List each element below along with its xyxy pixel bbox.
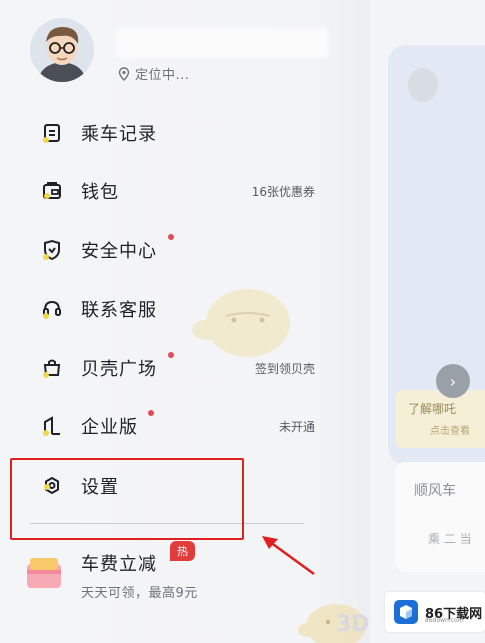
menu-item-rides[interactable]: 乘车记录 — [0, 108, 330, 158]
menu-item-enterprise[interactable]: 企业版 未开通 — [0, 401, 330, 451]
menu-label: 企业版 — [81, 417, 138, 438]
menu-label: 安全中心 — [81, 241, 157, 262]
site-logo-icon — [394, 600, 418, 624]
background-lower-card — [395, 462, 485, 572]
notification-dot — [148, 410, 154, 416]
menu-value: 未开通 — [278, 419, 315, 434]
ride-record-icon — [43, 124, 60, 143]
background-tab: 顺风车 — [414, 483, 456, 499]
background-sub: 乘 二 当 — [428, 532, 472, 546]
site-watermark: 86下载网 86down.com — [385, 592, 485, 632]
menu-item-wallet[interactable]: 钱包 16张优惠券 — [0, 166, 330, 216]
coupon-gift-icon[interactable] — [24, 554, 64, 590]
location-pin-icon — [118, 66, 130, 81]
location-row: 定位中... — [118, 64, 189, 83]
menu-label: 钱包 — [81, 182, 119, 203]
menu-item-safety[interactable]: 安全中心 — [0, 225, 330, 275]
notification-dot — [168, 352, 174, 358]
settings-highlight-box — [10, 458, 244, 540]
shield-icon — [43, 239, 60, 261]
wallet-icon — [43, 182, 61, 199]
shell-plaza-icon — [43, 359, 61, 378]
avatar[interactable] — [30, 18, 94, 82]
location-text: 定位中... — [135, 68, 190, 83]
hot-badge: 热 — [170, 541, 195, 561]
menu-label: 乘车记录 — [81, 124, 157, 145]
menu-label: 贝壳广场 — [81, 359, 157, 380]
notification-dot — [168, 234, 174, 240]
chevron-right-icon[interactable]: › — [436, 364, 470, 398]
menu-label: 联系客服 — [81, 300, 157, 321]
watermark-text: 3D — [336, 612, 370, 637]
menu-value: 16张优惠券 — [251, 184, 315, 199]
mascot-watermark-icon — [192, 289, 290, 357]
enterprise-icon — [43, 416, 60, 436]
promo-title[interactable]: 车费立减 — [81, 550, 157, 576]
background-avatar — [408, 68, 438, 102]
headset-icon — [43, 300, 61, 319]
background-notice: 了解哪吒 — [408, 402, 457, 416]
site-url: 86down.com — [425, 617, 464, 624]
background-notice-card — [395, 390, 485, 448]
promo-subtitle: 天天可领，最高9元 — [81, 586, 198, 601]
red-arrow-icon — [262, 536, 315, 576]
background-notice-sub: 点击查看 — [430, 426, 470, 437]
username-redacted — [116, 28, 328, 58]
